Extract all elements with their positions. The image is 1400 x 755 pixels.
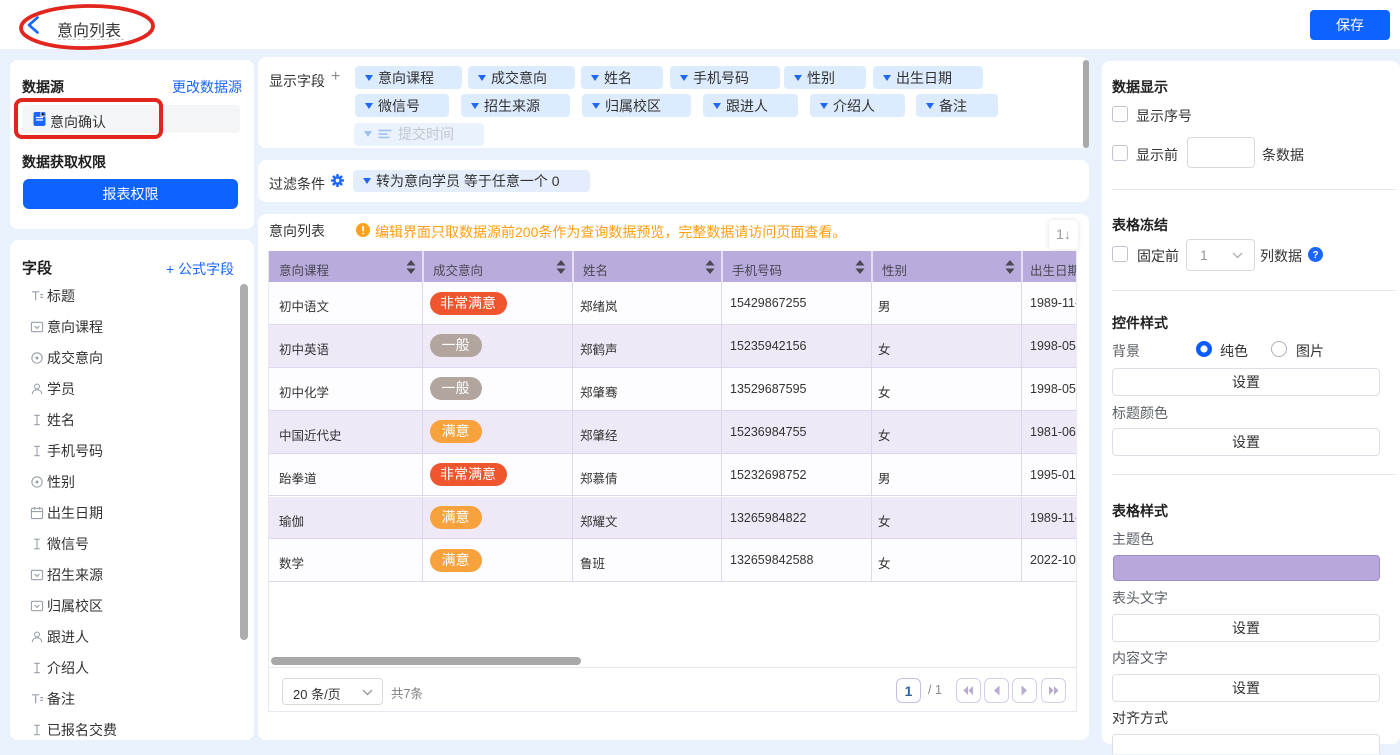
- svg-text:?: ?: [1312, 250, 1318, 261]
